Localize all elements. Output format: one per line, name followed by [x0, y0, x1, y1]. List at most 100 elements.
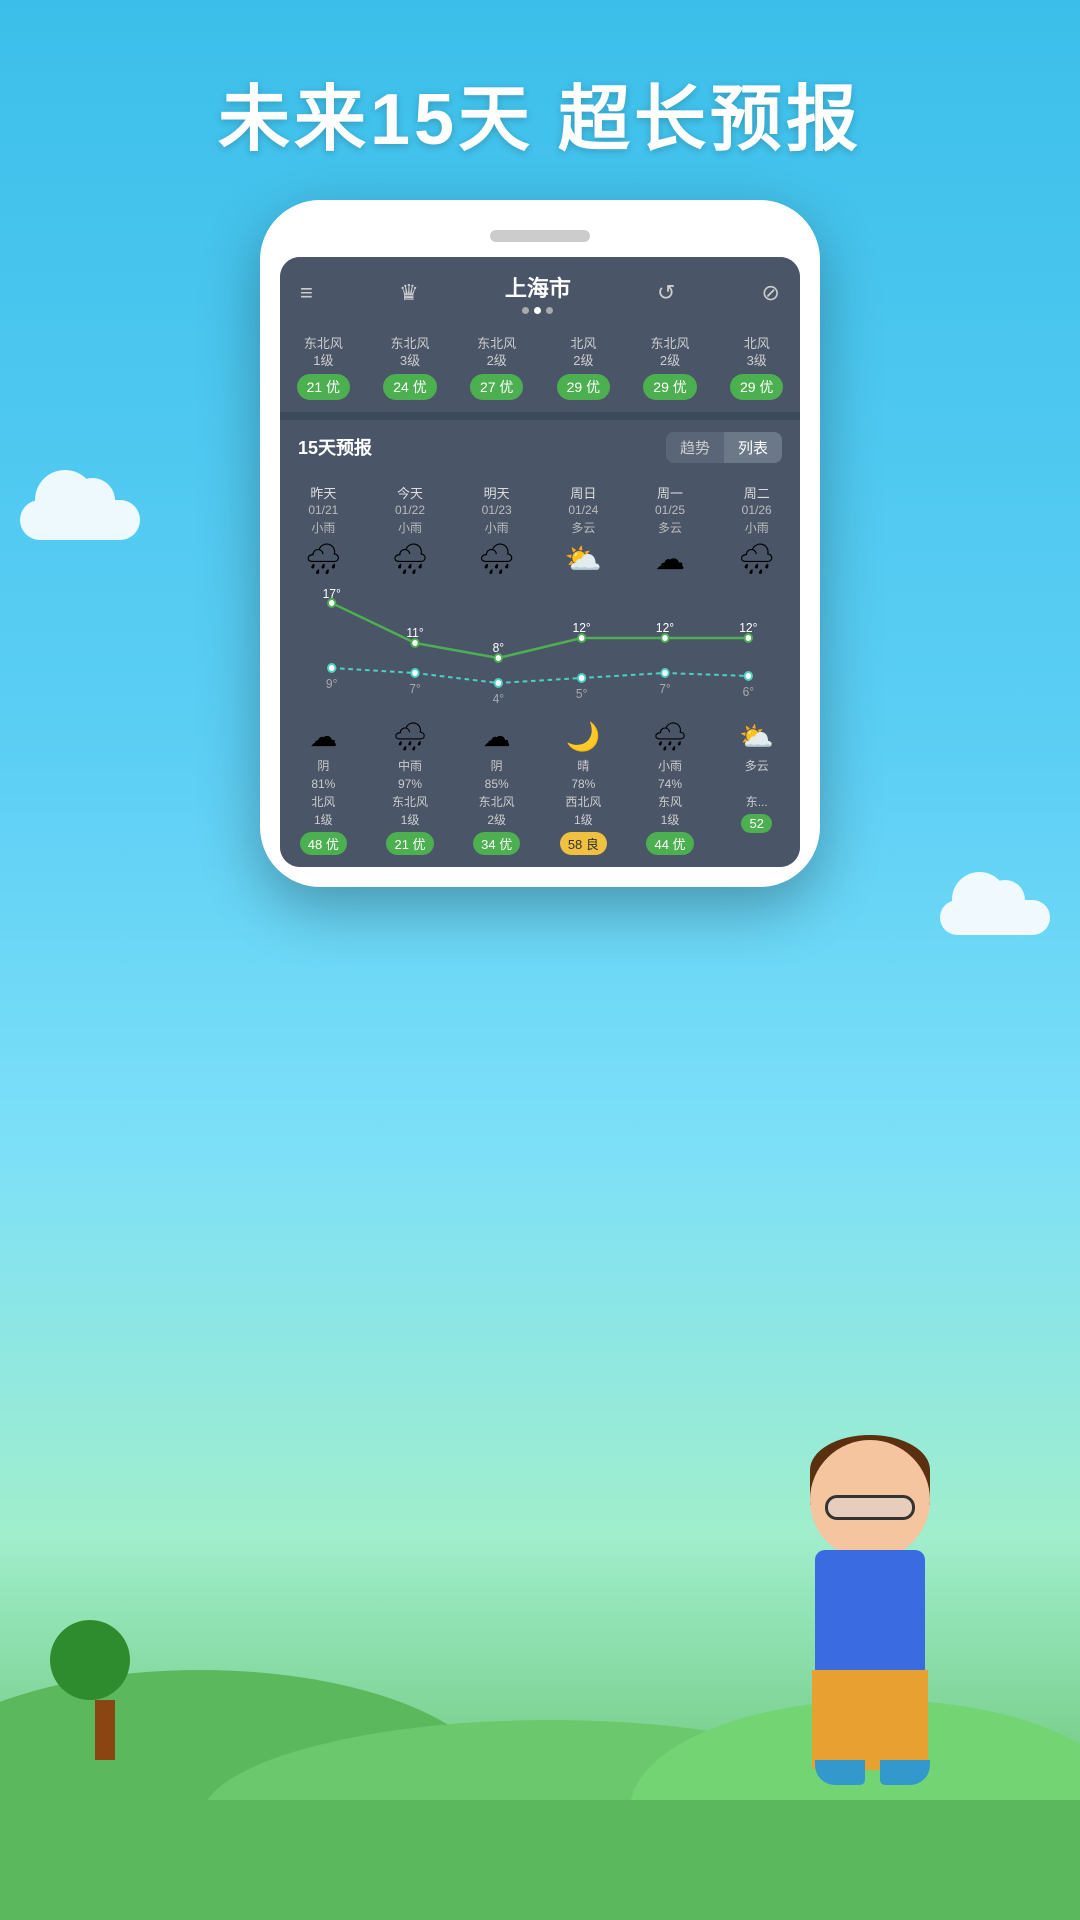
wind-3: 北风2级 [540, 336, 627, 370]
tree [80, 1620, 130, 1760]
day-label-1: 今天 [367, 485, 454, 503]
svg-text:7°: 7° [409, 682, 420, 697]
forecast-title: 15天预报 [298, 434, 372, 460]
svg-text:9°: 9° [326, 677, 337, 692]
bottom-col-3: 🌙 晴78%西北风1级 58 良 [540, 716, 627, 859]
char-left-shoe [815, 1760, 865, 1785]
aqi-badge-0: 21 优 [297, 374, 350, 400]
bottom-icon-2: ☁ [455, 720, 538, 753]
wind-2: 东北风2级 [453, 336, 540, 370]
bottom-aqi-3: 58 良 [560, 832, 607, 855]
aqi-col-5: 北风3级 29 优 [713, 336, 800, 400]
bottom-icon-1: 🌧 [369, 720, 452, 753]
day-weather-4: 多云 [627, 519, 714, 536]
bottom-text-1: 中雨97%东北风1级 [369, 757, 452, 829]
menu-icon[interactable]: ≡ [300, 280, 313, 306]
day-weather-3: 多云 [540, 519, 627, 536]
cloud-right [940, 900, 1050, 935]
share-icon[interactable]: ⊘ [762, 280, 780, 306]
dot-3 [546, 307, 553, 314]
dot-2 [534, 307, 541, 314]
bottom-col-0: ☁ 阴81%北风1级 48 优 [280, 716, 367, 859]
char-glasses [825, 1495, 915, 1520]
svg-text:12°: 12° [739, 621, 757, 636]
wind-4: 东北风2级 [627, 336, 714, 370]
day-col-4: 周一 01/25 多云 ☁ [627, 485, 714, 583]
aqi-badge-2: 27 优 [470, 374, 523, 400]
phone: ≡ ♛ 上海市 ↺ ⊘ 东北风1级 21 优 [260, 200, 820, 887]
aqi-badge-1: 24 优 [383, 374, 436, 400]
svg-text:17°: 17° [323, 588, 341, 601]
aqi-col-3: 北风2级 29 优 [540, 336, 627, 400]
day-date-2: 01/23 [453, 503, 540, 517]
svg-text:5°: 5° [576, 687, 587, 702]
page-dots [505, 307, 571, 314]
section-divider [280, 412, 800, 420]
svg-text:7°: 7° [659, 682, 670, 697]
day-date-5: 01/26 [713, 503, 800, 517]
char-torso [815, 1550, 925, 1680]
weather-icon-5: 🌧 [713, 542, 800, 577]
chart-area: 17° 11° 8° 12° 12° 12° 9° 7° 4° 5° 7° 6° [280, 588, 800, 708]
tab-list[interactable]: 列表 [724, 432, 782, 463]
char-pants [812, 1670, 928, 1770]
day-label-3: 周日 [540, 485, 627, 503]
day-weather-2: 小雨 [453, 519, 540, 536]
bottom-icon-3: 🌙 [542, 720, 625, 753]
bottom-col-1: 🌧 中雨97%东北风1级 21 优 [367, 716, 454, 859]
svg-text:4°: 4° [493, 692, 504, 707]
svg-text:12°: 12° [573, 621, 591, 636]
bottom-aqi-1: 21 优 [386, 832, 433, 855]
wind-1: 东北风3级 [367, 336, 454, 370]
day-weather-0: 小雨 [280, 519, 367, 536]
day-label-4: 周一 [627, 485, 714, 503]
aqi-badge-5: 29 优 [730, 374, 783, 400]
aqi-badge-4: 29 优 [643, 374, 696, 400]
bottom-aqi-0: 48 优 [300, 832, 347, 855]
bottom-col-4: 🌧 小雨74%东风1级 44 优 [627, 716, 714, 859]
day-col-0: 昨天 01/21 小雨 🌧 [280, 485, 367, 583]
bottom-aqi-4: 44 优 [646, 832, 693, 855]
character [760, 1440, 980, 1820]
svg-text:6°: 6° [743, 685, 754, 700]
bottom-text-5: 多云东... [715, 757, 798, 811]
bottom-icon-0: ☁ [282, 720, 365, 753]
aqi-badge-3: 29 优 [557, 374, 610, 400]
weather-icon-2: 🌧 [453, 542, 540, 577]
svg-text:11°: 11° [406, 626, 423, 641]
headline: 未来15天 超长预报 [0, 60, 1080, 165]
aqi-col-4: 东北风2级 29 优 [627, 336, 714, 400]
bottom-icon-4: 🌧 [629, 720, 712, 753]
bottom-row: ☁ 阴81%北风1级 48 优 🌧 中雨97%东北风1级 21 优 ☁ 阴85%… [280, 716, 800, 859]
day-date-3: 01/24 [540, 503, 627, 517]
wind-5: 北风3级 [713, 336, 800, 370]
day-label-5: 周二 [713, 485, 800, 503]
bottom-text-4: 小雨74%东风1级 [629, 757, 712, 829]
bottom-icon-5: ⛅ [715, 720, 798, 753]
char-body [760, 1440, 980, 1820]
bottom-col-5: ⛅ 多云东... 52 [713, 716, 800, 859]
aqi-row: 东北风1级 21 优 东北风3级 24 优 东北风2级 27 优 北风2级 29… [280, 328, 800, 412]
cloud-left [20, 500, 140, 540]
phone-screen: ≡ ♛ 上海市 ↺ ⊘ 东北风1级 21 优 [280, 257, 800, 867]
forecast-tabs[interactable]: 趋势 列表 [666, 432, 782, 463]
tree-top [50, 1620, 130, 1700]
weather-icon-3: ⛅ [540, 542, 627, 577]
phone-wrapper: ≡ ♛ 上海市 ↺ ⊘ 东北风1级 21 优 [260, 200, 820, 887]
forecast-header: 15天预报 趋势 列表 [280, 420, 800, 475]
day-col-3: 周日 01/24 多云 ⛅ [540, 485, 627, 583]
day-label-2: 明天 [453, 485, 540, 503]
day-weather-5: 小雨 [713, 519, 800, 536]
bottom-aqi-5: 52 [741, 814, 771, 833]
city-title: 上海市 [505, 271, 571, 303]
day-date-0: 01/21 [280, 503, 367, 517]
svg-text:8°: 8° [493, 641, 504, 656]
tree-trunk [95, 1700, 115, 1760]
refresh-icon[interactable]: ↺ [657, 280, 675, 306]
crown-icon[interactable]: ♛ [399, 280, 419, 306]
dot-1 [522, 307, 529, 314]
temp-chart-svg: 17° 11° 8° 12° 12° 12° 9° 7° 4° 5° 7° 6° [290, 588, 790, 708]
tab-trend[interactable]: 趋势 [666, 432, 724, 463]
day-date-1: 01/22 [367, 503, 454, 517]
weather-icon-1: 🌧 [367, 542, 454, 577]
